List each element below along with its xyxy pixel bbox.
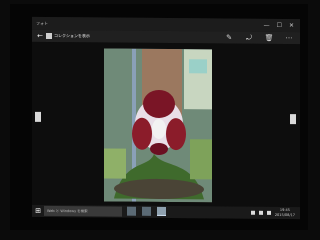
rotate-icon[interactable]: ⤾ [244,33,254,43]
clock[interactable]: 19:45 2015/08/17 [275,208,295,218]
taskbar-apps [127,206,166,216]
orchid-photo [104,48,212,203]
photo-tools: ✎ ⤾ 🗑 ⋯ [224,33,294,44]
orchid-illustration [104,48,212,203]
collection-label: コレクションを表示 [54,33,90,39]
more-icon[interactable]: ⋯ [284,33,294,43]
notification-icon[interactable] [250,210,255,215]
app-title: フォト [36,20,48,26]
previous-photo-button[interactable] [35,111,41,122]
taskbar: ⊞ Web と Windows を検索 19:45 2015/08/17 [32,204,300,220]
next-photo-button[interactable] [290,114,296,125]
monitor-frame: フォト — ☐ ✕ ← コレクションを表示 ✎ ⤾ 🗑 ⋯ ⊞ Web と Wi… [10,4,308,230]
photo-viewer [32,41,300,208]
delete-icon[interactable]: 🗑 [264,33,274,43]
network-icon[interactable] [258,210,263,215]
date-label: 2015/08/17 [274,212,295,218]
view-collection-button[interactable]: コレクションを表示 [46,32,90,40]
minimize-button[interactable]: — [264,22,270,29]
maximize-button[interactable]: ☐ [277,22,282,29]
volume-icon[interactable] [266,210,271,215]
task-view-icon[interactable] [127,206,136,216]
collection-icon [46,32,52,40]
photos-app-icon[interactable] [157,206,166,216]
system-tray: 19:45 2015/08/17 [250,208,295,218]
edit-icon[interactable]: ✎ [224,33,234,43]
screen: フォト — ☐ ✕ ← コレクションを表示 ✎ ⤾ 🗑 ⋯ ⊞ Web と Wi… [32,16,300,220]
search-box[interactable]: Web と Windows を検索 [44,205,122,217]
windows-logo-icon[interactable]: ⊞ [34,207,42,215]
close-button[interactable]: ✕ [289,22,294,29]
edge-icon[interactable] [142,206,151,216]
back-arrow-icon[interactable]: ← [35,31,45,41]
window-controls: — ☐ ✕ [264,22,294,29]
